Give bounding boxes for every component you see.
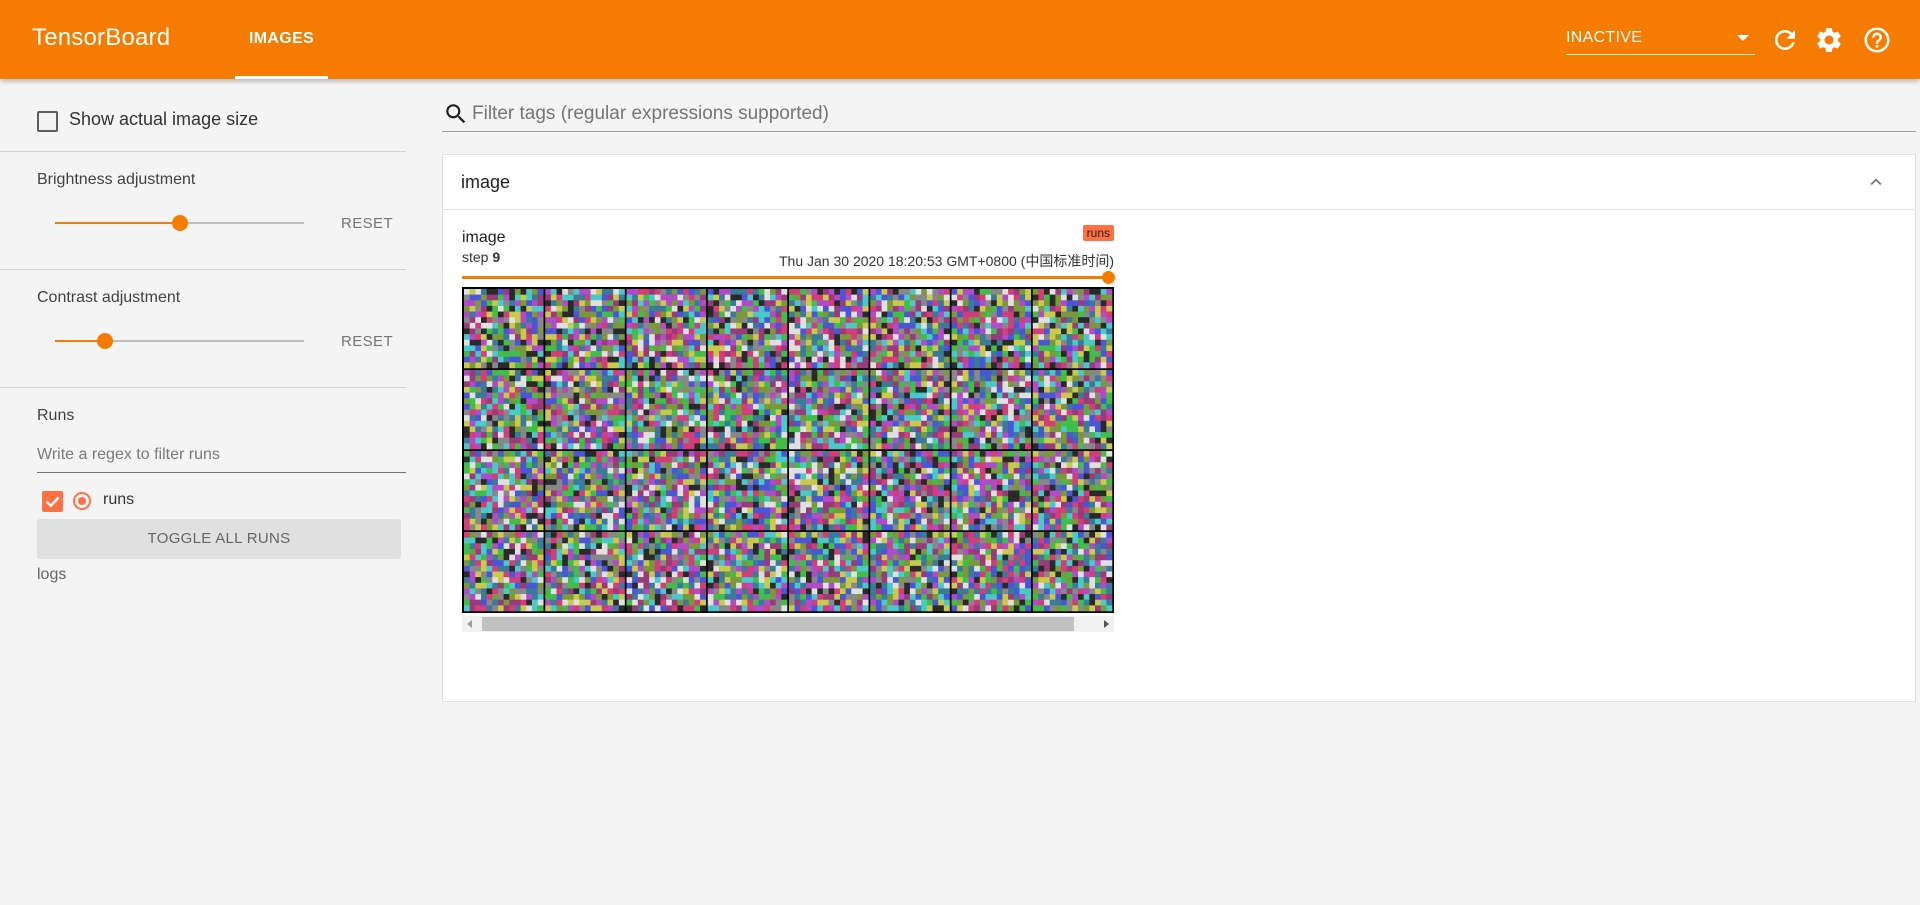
sidebar-contrast-section (0, 270, 406, 388)
contrast-reset-button[interactable]: RESET (341, 333, 393, 350)
show-actual-size-label: Show actual image size (69, 109, 259, 129)
search-icon (446, 104, 466, 124)
refresh-icon[interactable] (1770, 25, 1800, 55)
noise-image (464, 289, 1113, 612)
run-color-radio[interactable] (73, 492, 91, 510)
image-grid (462, 287, 1114, 613)
scroll-right-arrow[interactable] (1104, 620, 1109, 628)
plugin-select-value: INACTIVE (1566, 29, 1643, 46)
category-title: image (461, 172, 511, 192)
image-timestamp: Thu Jan 30 2020 18:20:53 GMT+0800 (中国标准时… (779, 253, 1114, 269)
plugin-select-dropdown[interactable]: INACTIVE (1566, 24, 1755, 55)
checkmark-icon (45, 496, 60, 508)
category-header[interactable]: image (443, 155, 1915, 210)
contrast-slider-knob[interactable] (96, 333, 113, 349)
step-slider-track[interactable] (462, 276, 1110, 279)
brightness-label: Brightness adjustment (37, 171, 196, 188)
tag-filter-bar (442, 98, 1916, 132)
tab-active-indicator (235, 76, 328, 79)
help-icon[interactable] (1862, 25, 1892, 55)
run-name-label: runs (103, 491, 135, 508)
brightness-reset-button[interactable]: RESET (341, 215, 393, 232)
step-value: 9 (492, 249, 501, 265)
top-app-bar: TensorBoard IMAGES INACTIVE (0, 0, 1920, 79)
scrollbar-thumb[interactable] (482, 617, 1074, 631)
runs-filter-field[interactable] (37, 437, 406, 473)
run-checkbox[interactable] (42, 491, 63, 512)
logdir-label: logs (37, 566, 67, 583)
step-slider-knob[interactable] (1102, 271, 1115, 284)
image-card-step: step 9 (462, 249, 500, 265)
run-badge: runs (1082, 225, 1114, 241)
settings-icon[interactable] (1814, 25, 1844, 55)
sidebar-brightness-section (0, 152, 406, 270)
horizontal-scrollbar[interactable] (462, 616, 1114, 632)
brightness-slider-knob[interactable] (171, 215, 188, 231)
image-card: image step 9 runs Thu Jan 30 2020 18:20:… (462, 224, 1115, 636)
chevron-down-icon (1737, 35, 1749, 41)
runs-filter-input[interactable] (37, 437, 406, 472)
runs-title: Runs (37, 407, 75, 424)
toggle-all-runs-button[interactable]: TOGGLE ALL RUNS (37, 519, 401, 559)
brightness-slider-fill (55, 222, 180, 224)
tag-filter-input[interactable] (472, 98, 1872, 130)
chevron-up-icon[interactable] (1865, 171, 1887, 193)
tab-images[interactable]: IMAGES (235, 0, 328, 79)
tab-images-label: IMAGES (249, 30, 314, 47)
contrast-label: Contrast adjustment (37, 289, 181, 306)
image-card-tag: image (462, 229, 506, 246)
step-label: step (462, 249, 489, 265)
app-title: TensorBoard (32, 24, 171, 51)
show-actual-size-checkbox[interactable] (37, 111, 58, 132)
scroll-left-arrow[interactable] (467, 620, 472, 628)
